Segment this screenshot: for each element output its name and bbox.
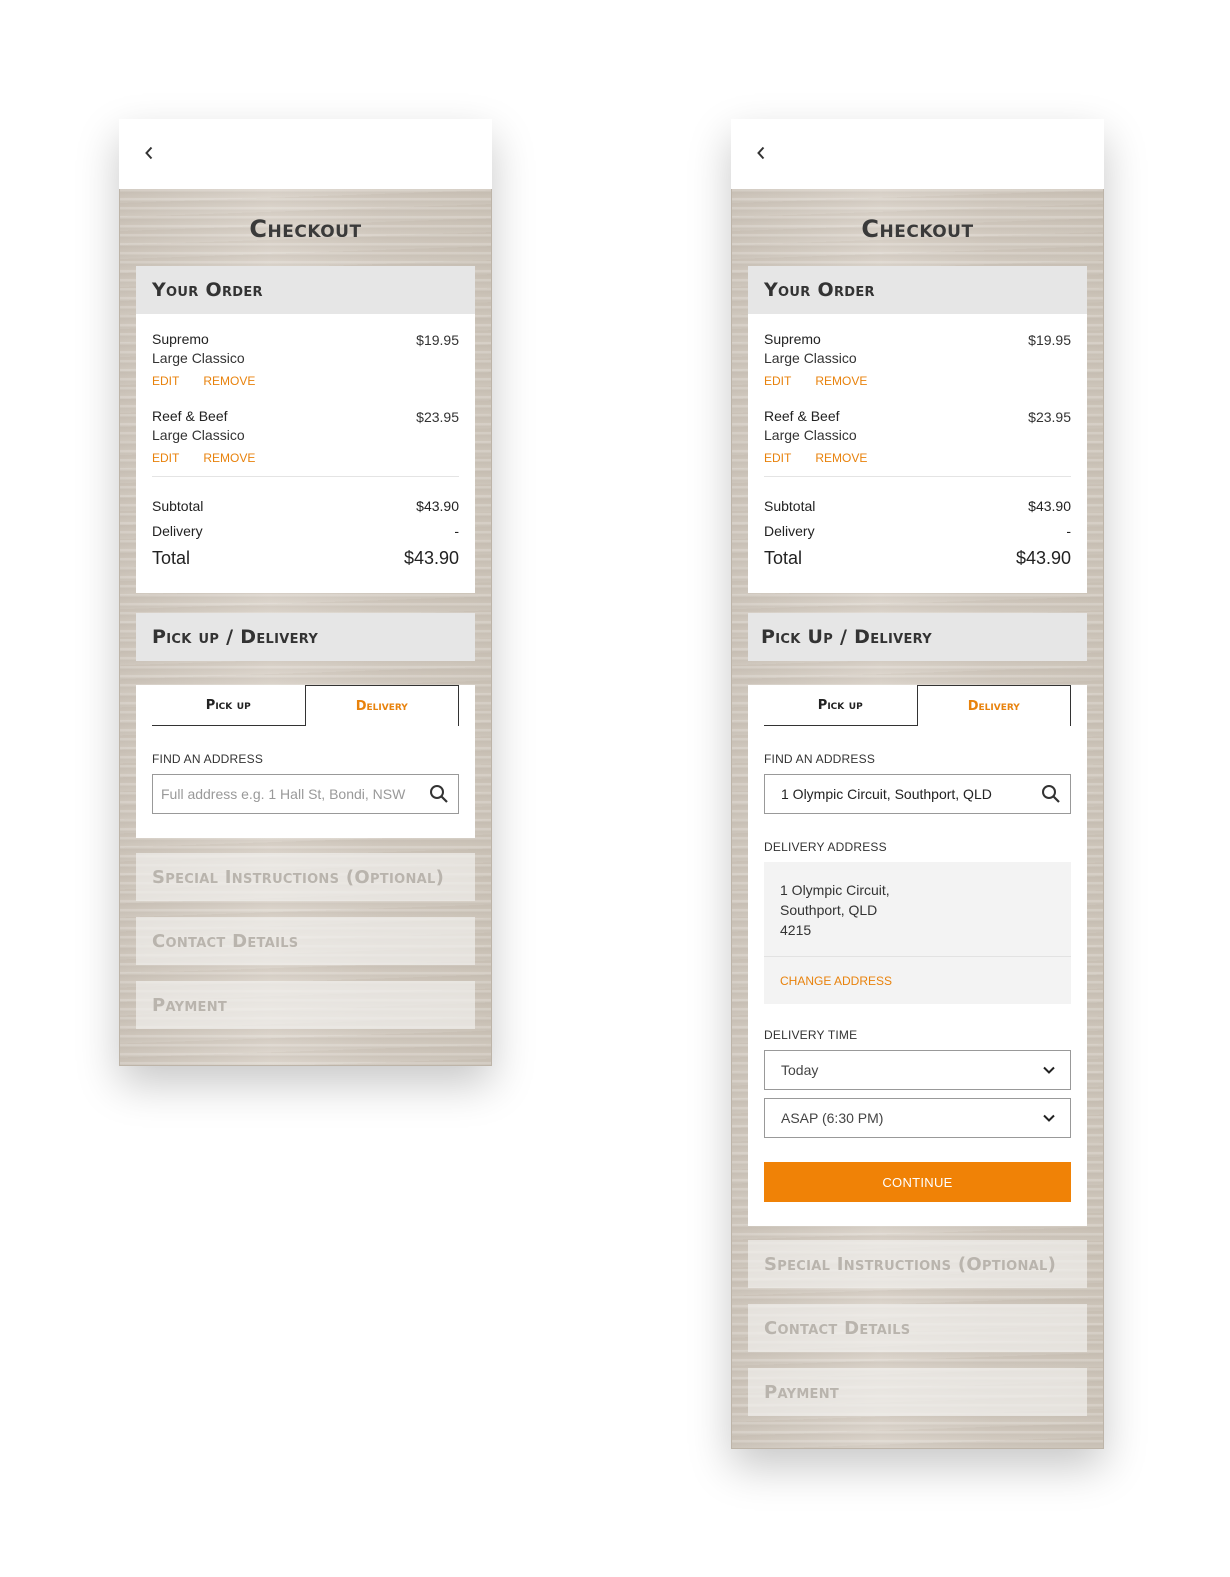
chevron-left-icon bbox=[145, 146, 153, 160]
total-value: $43.90 bbox=[1015, 547, 1071, 568]
address-search-input[interactable] bbox=[161, 786, 428, 802]
delivery-time-label: DELIVERY TIME bbox=[764, 1028, 858, 1042]
checkout-screen-address-search: Checkout Your Order Supremo Large Classi… bbox=[119, 119, 492, 1066]
top-bar bbox=[731, 119, 1104, 189]
pickup-delivery-section: Pick Up / Delivery Pick up Delivery FIND… bbox=[748, 613, 1087, 1226]
delivery-day-select[interactable]: Today bbox=[764, 1050, 1071, 1090]
item-price: $23.95 bbox=[416, 409, 459, 425]
tab-delivery[interactable]: Delivery bbox=[916, 685, 1071, 726]
delivery-fee-value: - bbox=[454, 522, 459, 539]
page-title: Checkout bbox=[861, 215, 974, 243]
delivery-fee-value: - bbox=[1066, 522, 1071, 539]
tab-pickup[interactable]: Pick up bbox=[152, 685, 305, 726]
remove-item-button[interactable]: REMOVE bbox=[815, 451, 867, 465]
wood-background: Checkout Your Order Supremo Large Classi… bbox=[119, 189, 492, 1066]
item-name: Supremo bbox=[152, 331, 209, 347]
chevron-down-icon bbox=[1043, 1066, 1055, 1074]
remove-item-button[interactable]: REMOVE bbox=[203, 451, 255, 465]
page-title: Checkout bbox=[249, 215, 362, 243]
change-address-button[interactable]: CHANGE ADDRESS bbox=[764, 956, 1071, 1004]
order-totals: Subtotal $43.90 Delivery - Total $43.90 bbox=[152, 477, 459, 593]
total-value: $43.90 bbox=[403, 547, 459, 568]
subtotal-label: Subtotal bbox=[764, 497, 816, 514]
selected-time: ASAP (6:30 PM) bbox=[781, 1110, 884, 1126]
tab-pickup[interactable]: Pick up bbox=[764, 685, 917, 726]
payment-section[interactable]: Payment bbox=[748, 1368, 1087, 1416]
section-heading: Your Order bbox=[748, 266, 1087, 314]
address-line: 4215 bbox=[780, 922, 812, 938]
item-size: Large Classico bbox=[152, 350, 245, 366]
fulfillment-tabs: Pick up Delivery bbox=[764, 685, 1071, 726]
remove-item-button[interactable]: REMOVE bbox=[815, 374, 867, 388]
item-size: Large Classico bbox=[152, 427, 245, 443]
fulfillment-tabs: Pick up Delivery bbox=[152, 685, 459, 726]
address-line: Southport, QLD bbox=[780, 902, 878, 918]
order-item: Reef & Beef Large Classico $23.95 EDIT R… bbox=[152, 391, 459, 468]
order-item: Supremo Large Classico $19.95 EDIT REMOV… bbox=[152, 314, 459, 391]
chevron-left-icon bbox=[757, 146, 765, 160]
item-name: Supremo bbox=[764, 331, 821, 347]
edit-item-button[interactable]: EDIT bbox=[152, 374, 179, 388]
checkout-screen-address-selected: Checkout Your Order Supremo Large Classi… bbox=[731, 119, 1104, 1449]
back-button[interactable] bbox=[749, 141, 773, 165]
wood-background: Checkout Your Order Supremo Large Classi… bbox=[731, 189, 1104, 1449]
pickup-delivery-body: Pick up Delivery FIND AN ADDRESS DELIVER… bbox=[748, 685, 1087, 1226]
search-icon[interactable] bbox=[1040, 783, 1062, 805]
remove-item-button[interactable]: REMOVE bbox=[203, 374, 255, 388]
total-label: Total bbox=[152, 547, 191, 568]
edit-item-button[interactable]: EDIT bbox=[152, 451, 179, 465]
chevron-down-icon bbox=[1043, 1114, 1055, 1122]
address-line: 1 Olympic Circuit, bbox=[780, 882, 890, 898]
delivery-address-label: DELIVERY ADDRESS bbox=[764, 840, 887, 854]
item-price: $19.95 bbox=[1028, 332, 1071, 348]
subtotal-value: $43.90 bbox=[416, 497, 459, 514]
tab-delivery[interactable]: Delivery bbox=[304, 685, 459, 726]
delivery-address: 1 Olympic Circuit, Southport, QLD 4215 bbox=[764, 862, 1071, 956]
pickup-delivery-section: Pick up / Delivery Pick up Delivery FIND… bbox=[136, 613, 475, 838]
address-search bbox=[764, 774, 1071, 814]
section-heading: Pick Up / Delivery bbox=[748, 613, 1087, 661]
contact-details-section[interactable]: Contact Details bbox=[748, 1304, 1087, 1352]
delivery-fee-label: Delivery bbox=[152, 522, 203, 539]
delivery-fee-label: Delivery bbox=[764, 522, 815, 539]
contact-details-section[interactable]: Contact Details bbox=[136, 917, 475, 965]
special-instructions-section[interactable]: Special Instructions (Optional) bbox=[748, 1240, 1087, 1288]
find-address-label: FIND AN ADDRESS bbox=[152, 752, 264, 766]
item-name: Reef & Beef bbox=[152, 408, 228, 424]
subtotal-value: $43.90 bbox=[1028, 497, 1071, 514]
payment-section[interactable]: Payment bbox=[136, 981, 475, 1029]
section-heading: Pick up / Delivery bbox=[136, 613, 475, 661]
order-totals: Subtotal $43.90 Delivery - Total $43.90 bbox=[764, 477, 1071, 593]
subtotal-label: Subtotal bbox=[152, 497, 204, 514]
top-bar bbox=[119, 119, 492, 189]
item-size: Large Classico bbox=[764, 350, 857, 366]
search-icon[interactable] bbox=[428, 783, 450, 805]
special-instructions-section[interactable]: Special Instructions (Optional) bbox=[136, 853, 475, 901]
item-price: $23.95 bbox=[1028, 409, 1071, 425]
edit-item-button[interactable]: EDIT bbox=[764, 451, 791, 465]
order-item: Supremo Large Classico $19.95 EDIT REMOV… bbox=[764, 314, 1071, 391]
address-search-input[interactable] bbox=[781, 786, 1040, 802]
find-address-label: FIND AN ADDRESS bbox=[764, 752, 876, 766]
selected-day: Today bbox=[781, 1062, 819, 1078]
order-item: Reef & Beef Large Classico $23.95 EDIT R… bbox=[764, 391, 1071, 468]
section-heading: Your Order bbox=[136, 266, 475, 314]
back-button[interactable] bbox=[137, 141, 161, 165]
delivery-time-select[interactable]: ASAP (6:30 PM) bbox=[764, 1098, 1071, 1138]
item-size: Large Classico bbox=[764, 427, 857, 443]
continue-button[interactable]: CONTINUE bbox=[764, 1162, 1071, 1202]
item-price: $19.95 bbox=[416, 332, 459, 348]
delivery-address-box: 1 Olympic Circuit, Southport, QLD 4215 C… bbox=[764, 862, 1071, 1004]
pickup-delivery-body: Pick up Delivery FIND AN ADDRESS bbox=[136, 685, 475, 838]
edit-item-button[interactable]: EDIT bbox=[764, 374, 791, 388]
total-label: Total bbox=[764, 547, 803, 568]
address-search bbox=[152, 774, 459, 814]
order-body: Supremo Large Classico $19.95 EDIT REMOV… bbox=[748, 314, 1087, 593]
your-order-section: Your Order Supremo Large Classico $19.95… bbox=[136, 266, 475, 593]
item-name: Reef & Beef bbox=[764, 408, 840, 424]
your-order-section: Your Order Supremo Large Classico $19.95… bbox=[748, 266, 1087, 593]
order-body: Supremo Large Classico $19.95 EDIT REMOV… bbox=[136, 314, 475, 593]
